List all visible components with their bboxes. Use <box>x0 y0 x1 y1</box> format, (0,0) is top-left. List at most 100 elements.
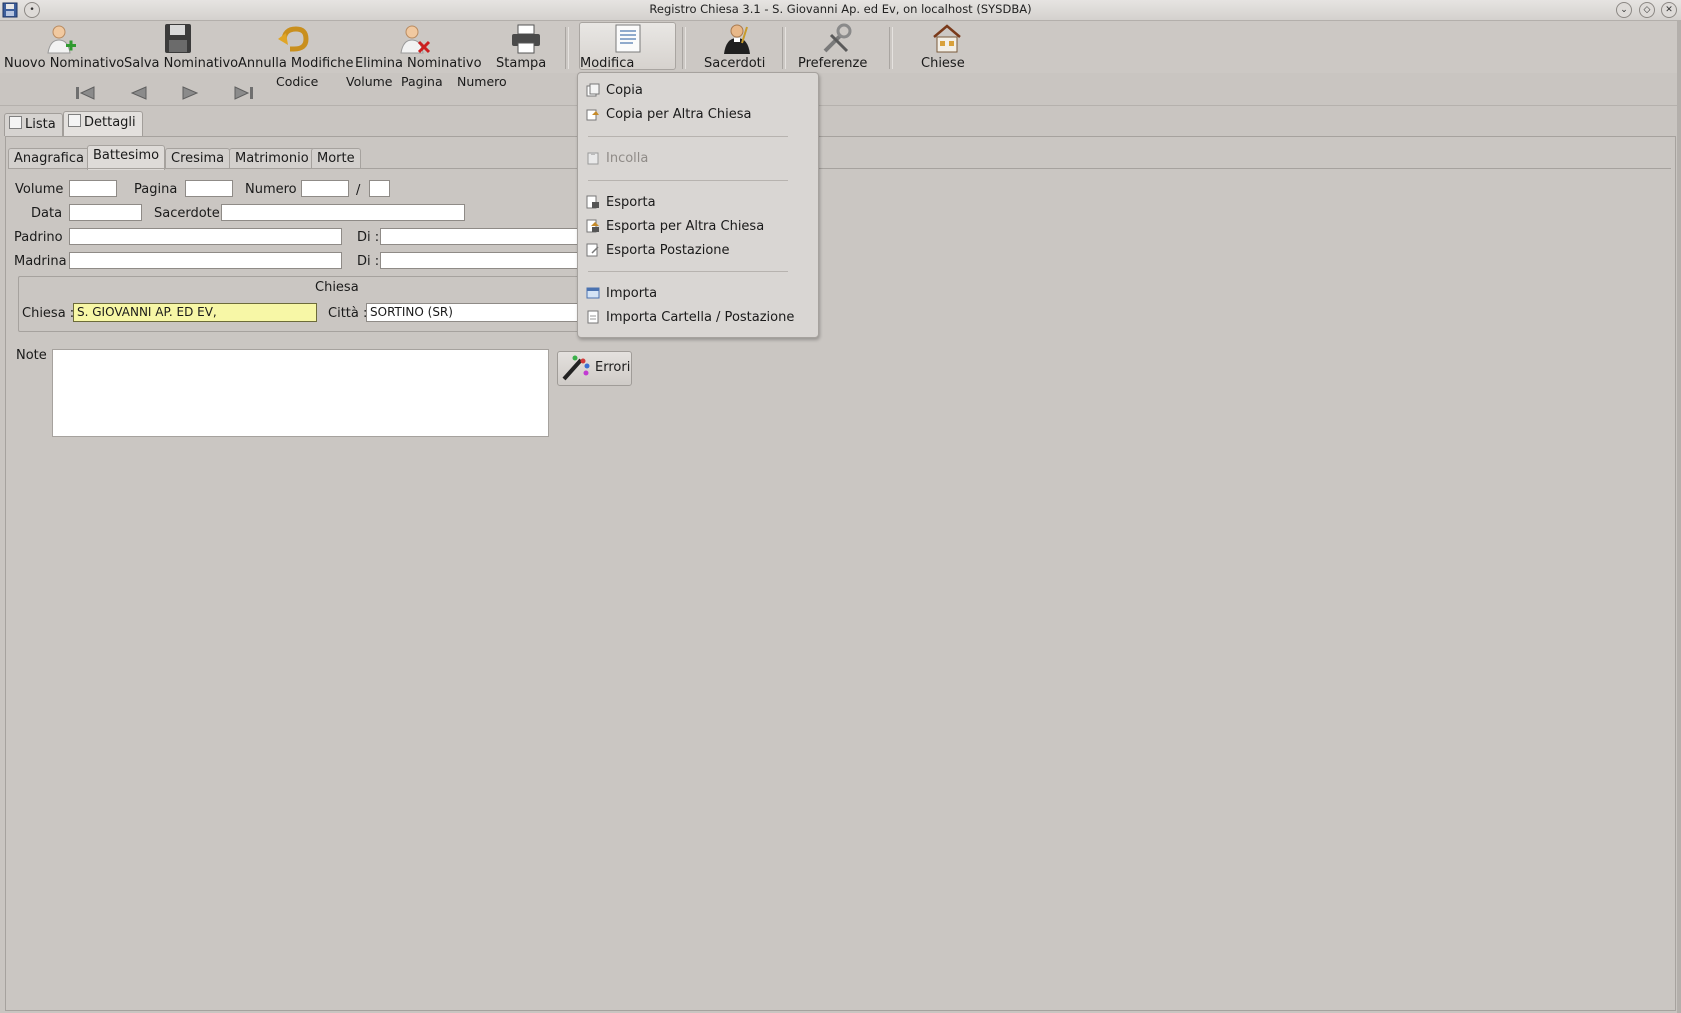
tab-matrimonio[interactable]: Matrimonio <box>229 148 315 169</box>
last-record-icon[interactable] <box>233 84 255 102</box>
toolbar-separator <box>565 27 569 69</box>
errori-label: Errori <box>595 360 631 375</box>
printer-icon <box>512 24 540 54</box>
minimize-button[interactable]: ⌄ <box>1616 2 1632 18</box>
tab-lista[interactable]: Lista <box>4 113 63 136</box>
form-icon <box>68 114 81 127</box>
toolbar-separator <box>782 27 786 69</box>
menu-item-importa-cartella[interactable]: Importa Cartella / Postazione <box>586 308 810 328</box>
tools-wrench-icon <box>823 23 852 53</box>
copy-church-icon <box>586 109 599 121</box>
menu-item-copia[interactable]: Copia <box>586 81 810 101</box>
sort-pagina-label[interactable]: Pagina <box>401 74 443 89</box>
undo-arrow-icon <box>278 26 309 52</box>
menu-item-copia-label: Copia <box>606 83 643 98</box>
numero-suffix-input[interactable] <box>369 180 390 197</box>
menu-item-incolla-label: Incolla <box>606 151 649 166</box>
maximize-button[interactable]: ◇ <box>1639 2 1655 18</box>
delete-person-icon <box>400 25 431 54</box>
menu-item-esporta-postazione[interactable]: Esporta Postazione <box>586 241 810 261</box>
elimina-nominativo-button[interactable]: Elimina Nominativo <box>355 23 482 71</box>
import-icon <box>586 287 600 299</box>
nuovo-nominativo-button[interactable]: Nuovo Nominativo <box>4 23 124 71</box>
tab-anagrafica[interactable]: Anagrafica <box>8 148 90 169</box>
chiese-button[interactable]: Chiese <box>921 23 973 71</box>
chiesa-input[interactable]: S. GIOVANNI AP. ED EV, <box>73 303 317 322</box>
tab-cresima[interactable]: Cresima <box>165 148 231 169</box>
sacerdoti-label: Sacerdoti <box>704 56 766 71</box>
toolbar-separator <box>682 27 686 69</box>
stampa-button[interactable]: Stampa <box>496 23 556 71</box>
tab-battesimo[interactable]: Battesimo <box>87 145 166 170</box>
menu-separator <box>588 180 788 181</box>
pagina-label: Pagina <box>134 182 178 197</box>
paste-icon <box>587 152 599 165</box>
export-church-icon <box>586 219 599 233</box>
menu-item-importa[interactable]: Importa <box>586 284 810 304</box>
padrino-di-label: Di : <box>357 230 380 245</box>
numero-slash: / <box>356 183 361 198</box>
tab-lista-label: Lista <box>25 117 56 132</box>
close-button[interactable]: ✕ <box>1661 2 1677 18</box>
menu-item-esporta-postazione-label: Esporta Postazione <box>606 243 730 258</box>
madrina-di-input[interactable] <box>380 252 578 269</box>
numero-input[interactable] <box>301 180 349 197</box>
stampa-label: Stampa <box>496 56 547 71</box>
previous-record-icon[interactable] <box>127 84 149 102</box>
citta-input[interactable]: SORTINO (SR) <box>366 303 578 322</box>
madrina-input[interactable] <box>69 252 342 269</box>
sort-volume-label[interactable]: Volume <box>346 74 393 89</box>
note-label: Note : <box>16 348 56 363</box>
modifica-menu: Copia Copia per Altra Chiesa Incolla Esp… <box>577 72 819 338</box>
sacerdote-input[interactable] <box>221 204 465 221</box>
citta-label: Città : <box>328 306 368 321</box>
window-title: Registro Chiesa 3.1 - S. Giovanni Ap. ed… <box>649 2 1032 16</box>
menu-item-copia-altra-label: Copia per Altra Chiesa <box>606 107 752 122</box>
toolbar-separator <box>889 27 893 69</box>
menu-item-esporta-label: Esporta <box>606 195 656 210</box>
grid-icon <box>9 116 22 129</box>
next-record-icon[interactable] <box>180 84 202 102</box>
window-titlebar: • Registro Chiesa 3.1 - S. Giovanni Ap. … <box>0 0 1681 21</box>
chiese-label: Chiese <box>921 56 965 71</box>
annulla-modifiche-button[interactable]: Annulla Modifiche <box>238 23 354 71</box>
data-input[interactable] <box>69 204 142 221</box>
menu-item-esporta[interactable]: Esporta <box>586 193 810 213</box>
menu-item-esporta-altra-label: Esporta per Altra Chiesa <box>606 219 765 234</box>
modifica-label: Modifica <box>580 56 635 71</box>
sort-numero-label[interactable]: Numero <box>457 74 507 89</box>
sacerdote-label: Sacerdote <box>154 206 220 221</box>
pagina-input[interactable] <box>185 180 233 197</box>
nuovo-nominativo-label: Nuovo Nominativo <box>4 56 125 71</box>
first-record-icon[interactable] <box>74 84 96 102</box>
data-label: Data <box>31 206 63 221</box>
add-person-icon <box>47 25 76 54</box>
priest-icon <box>724 24 750 54</box>
numero-label: Numero <box>245 182 297 197</box>
menu-item-importa-cartella-label: Importa Cartella / Postazione <box>606 310 795 325</box>
madrina-di-label: Di : <box>357 254 380 269</box>
sort-codice-label[interactable]: Codice <box>276 74 318 89</box>
menu-item-copia-altra-chiesa[interactable]: Copia per Altra Chiesa <box>586 105 810 125</box>
errori-button[interactable]: Errori <box>557 351 632 386</box>
tab-morte[interactable]: Morte <box>311 148 361 169</box>
salva-nominativo-label: Salva Nominativo <box>124 56 239 71</box>
sacerdoti-button[interactable]: Sacerdoti <box>704 23 770 71</box>
pencil-colors-icon <box>562 355 590 381</box>
tab-dettagli[interactable]: Dettagli <box>63 111 143 137</box>
nav-separator <box>0 105 1681 106</box>
window-border <box>1677 21 1681 1013</box>
preferenze-button[interactable]: Preferenze <box>798 23 874 71</box>
note-textarea[interactable] <box>52 349 549 437</box>
padrino-input[interactable] <box>69 228 342 245</box>
export-station-icon <box>586 243 599 257</box>
salva-nominativo-button[interactable]: Salva Nominativo <box>124 23 238 71</box>
menu-separator <box>588 136 788 137</box>
menu-separator <box>588 271 788 272</box>
menu-item-esporta-altra-chiesa[interactable]: Esporta per Altra Chiesa <box>586 217 810 237</box>
menu-item-incolla[interactable]: Incolla <box>586 149 810 169</box>
volume-label: Volume <box>15 182 64 197</box>
volume-input[interactable] <box>69 180 117 197</box>
padrino-di-input[interactable] <box>380 228 578 245</box>
modifica-button[interactable]: Modifica <box>579 22 676 71</box>
